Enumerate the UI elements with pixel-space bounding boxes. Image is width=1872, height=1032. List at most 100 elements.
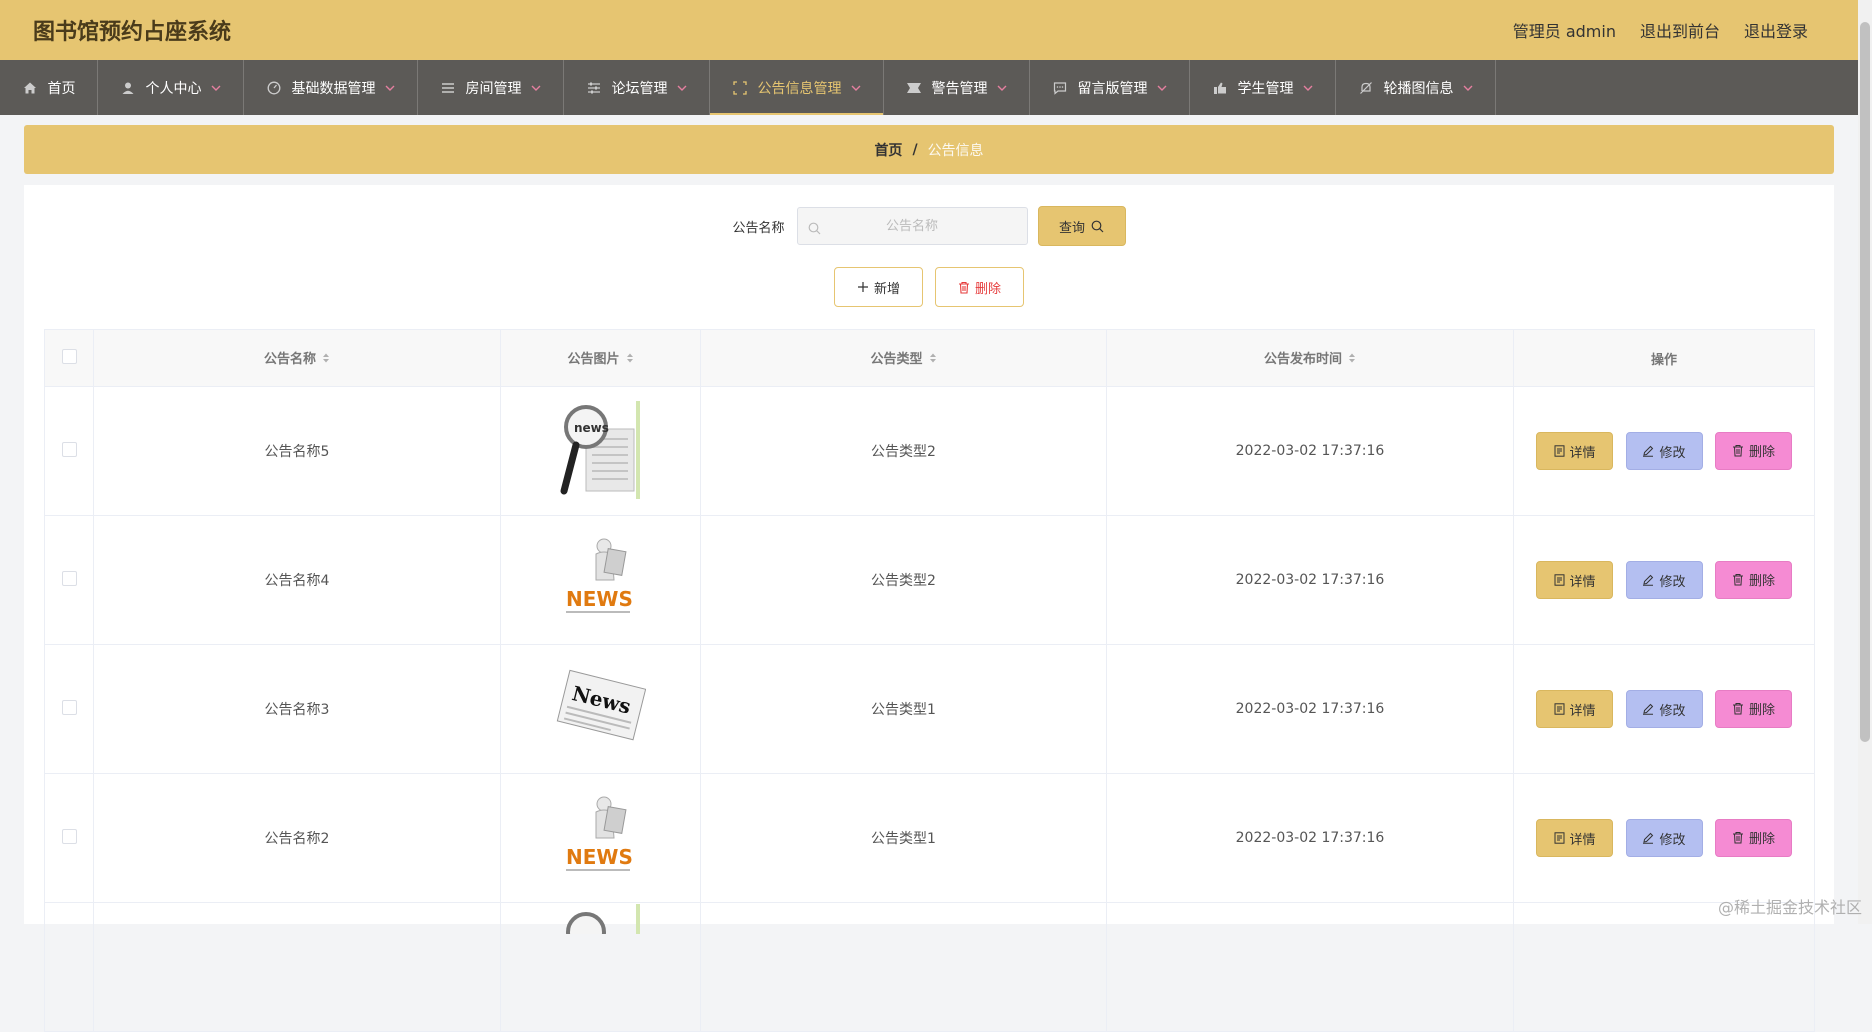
row-checkbox[interactable] xyxy=(61,699,77,715)
row-select-cell xyxy=(44,644,94,774)
image-cell: NEWS xyxy=(500,515,701,645)
column-header: 操作 xyxy=(1513,329,1815,387)
bell-off-icon xyxy=(1358,80,1374,96)
row-select-cell xyxy=(44,515,94,645)
time-cell: 2022-03-02 17:37:16 xyxy=(1106,515,1514,645)
edit-button[interactable]: 修改 xyxy=(1625,690,1703,729)
row-select-cell xyxy=(44,902,94,1032)
table-row: 公告名称5 news 公告类型2 2022-03-02 17:37:16 详情 xyxy=(44,386,1815,516)
edit-icon xyxy=(1643,575,1654,586)
nav-item-announcement[interactable]: 公告信息管理 xyxy=(710,60,884,115)
nav-item-carousel[interactable]: 轮播图信息 xyxy=(1336,60,1496,115)
nav-item-forum[interactable]: 论坛管理 xyxy=(564,60,710,115)
table-row: 公告名称4 NEWS 公告类型2 2022-03-02 17:37:16 详情 … xyxy=(44,515,1815,645)
delete-button[interactable]: 删除 xyxy=(1714,431,1792,470)
edit-button[interactable]: 修改 xyxy=(1625,561,1703,600)
nav-item-label: 留言版管理 xyxy=(1077,80,1148,97)
search-field[interactable] xyxy=(796,207,1028,245)
add-button[interactable]: 新增 xyxy=(834,267,923,307)
nav-item-label: 轮播图信息 xyxy=(1383,80,1454,97)
document-icon xyxy=(1554,445,1565,457)
sort-icon[interactable] xyxy=(626,352,634,368)
app-title: 图书馆预约占座系统 xyxy=(33,20,232,45)
name-cell xyxy=(93,902,501,1032)
detail-button[interactable]: 详情 xyxy=(1536,690,1614,729)
edit-button-label: 修改 xyxy=(1659,832,1686,848)
table-header-row: 公告名称 公告图片 公告类型 公告发布时间 操作 xyxy=(44,329,1815,387)
column-header[interactable]: 公告类型 xyxy=(700,329,1107,387)
nav-item-student[interactable]: 学生管理 xyxy=(1190,60,1336,115)
batch-delete-label: 删除 xyxy=(974,281,1001,297)
sliders-icon xyxy=(586,80,602,96)
select-all-checkbox[interactable] xyxy=(61,348,77,364)
detail-button[interactable]: 详情 xyxy=(1536,432,1614,471)
news-figure-image[interactable]: NEWS xyxy=(556,786,646,886)
news-figure-image[interactable]: NEWS xyxy=(556,528,646,628)
batch-delete-button[interactable]: 删除 xyxy=(935,267,1024,307)
exit-to-front-link[interactable]: 退出到前台 xyxy=(1640,18,1720,42)
name-cell: 公告名称3 xyxy=(93,644,501,774)
scrollbar-thumb[interactable] xyxy=(1860,22,1870,742)
page-scrollbar[interactable] xyxy=(1858,0,1872,924)
nav-item-personal-center[interactable]: 个人中心 xyxy=(98,60,244,115)
row-select-cell xyxy=(44,386,94,516)
chevron-down-icon xyxy=(676,82,688,94)
search-icon xyxy=(808,220,821,239)
news-magnifier-image[interactable] xyxy=(556,904,646,952)
row-checkbox[interactable] xyxy=(61,828,77,844)
chevron-down-icon xyxy=(1156,82,1168,94)
table-row xyxy=(44,902,1815,1032)
nav-item-warning[interactable]: 警告管理 xyxy=(884,60,1030,115)
nav-item-home[interactable]: 首页 xyxy=(0,60,98,115)
fullscreen-icon xyxy=(732,80,748,96)
detail-button-label: 详情 xyxy=(1569,574,1596,590)
time-cell xyxy=(1106,902,1514,1032)
edit-button-label: 修改 xyxy=(1659,703,1686,719)
nav-item-label: 论坛管理 xyxy=(611,80,668,97)
gauge-icon xyxy=(266,80,282,96)
sort-icon[interactable] xyxy=(929,352,937,368)
logout-link[interactable]: 退出登录 xyxy=(1744,18,1808,42)
breadcrumb-separator: / xyxy=(912,141,918,158)
chat-icon xyxy=(1052,80,1068,96)
row-checkbox[interactable] xyxy=(61,441,77,457)
sort-icon[interactable] xyxy=(1348,352,1356,368)
edit-button[interactable]: 修改 xyxy=(1625,819,1703,858)
trash-icon xyxy=(958,281,969,294)
trash-icon xyxy=(1732,832,1743,844)
edit-icon xyxy=(1643,704,1654,715)
delete-button-label: 删除 xyxy=(1748,574,1775,590)
delete-button-label: 删除 xyxy=(1748,445,1775,461)
column-header-label: 公告类型 xyxy=(870,352,923,368)
image-cell: News xyxy=(500,644,701,774)
news-paper-image[interactable]: News xyxy=(556,657,646,757)
edit-button[interactable]: 修改 xyxy=(1625,432,1703,471)
chevron-down-icon xyxy=(210,82,222,94)
delete-button[interactable]: 删除 xyxy=(1714,560,1792,599)
delete-button[interactable]: 删除 xyxy=(1714,689,1792,728)
query-button[interactable]: 查询 xyxy=(1037,206,1126,246)
trash-icon xyxy=(1732,445,1743,457)
column-header[interactable]: 公告图片 xyxy=(500,329,701,387)
detail-button[interactable]: 详情 xyxy=(1536,819,1614,858)
name-cell: 公告名称5 xyxy=(93,386,501,516)
breadcrumb-home[interactable]: 首页 xyxy=(874,140,902,160)
detail-button[interactable]: 详情 xyxy=(1536,561,1614,600)
nav-item-message-board[interactable]: 留言版管理 xyxy=(1030,60,1190,115)
delete-button[interactable]: 删除 xyxy=(1714,818,1792,857)
search-input[interactable] xyxy=(797,217,1027,235)
nav-item-room[interactable]: 房间管理 xyxy=(418,60,564,115)
sort-icon[interactable] xyxy=(322,352,330,368)
detail-button-label: 详情 xyxy=(1569,445,1596,461)
column-header[interactable]: 公告发布时间 xyxy=(1106,329,1514,387)
row-checkbox[interactable] xyxy=(61,570,77,586)
nav-item-basic-data[interactable]: 基础数据管理 xyxy=(244,60,418,115)
content-panel: 公告名称 查询 新增 删除 公告名称 公告图片 xyxy=(24,185,1834,1032)
column-header[interactable]: 公告名称 xyxy=(93,329,501,387)
actions-cell: 详情 修改 删除 xyxy=(1513,515,1815,645)
svg-text:NEWS: NEWS xyxy=(566,845,633,869)
search-row: 公告名称 查询 xyxy=(24,205,1834,247)
type-cell: 公告类型2 xyxy=(700,386,1107,516)
select-all-cell xyxy=(44,329,94,387)
news-magnifier-image[interactable]: news xyxy=(556,399,646,499)
